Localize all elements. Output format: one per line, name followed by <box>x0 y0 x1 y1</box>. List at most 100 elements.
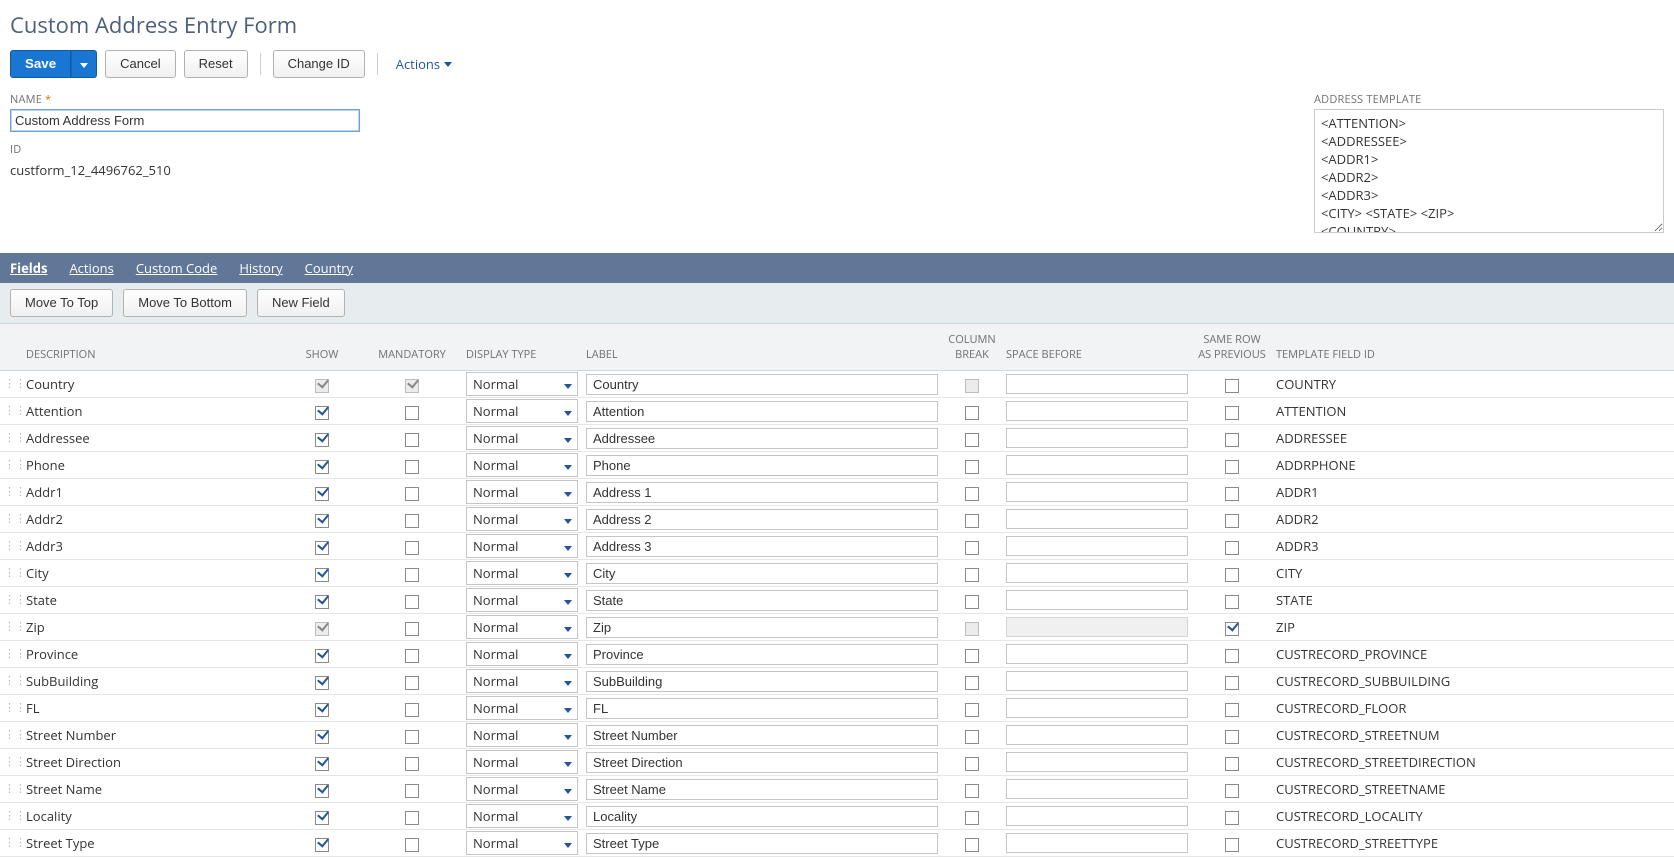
space-before-input[interactable] <box>1006 536 1188 556</box>
drag-handle-icon[interactable]: ⋮⋮ <box>4 569 18 577</box>
label-input[interactable] <box>586 671 938 692</box>
tab-actions[interactable]: Actions <box>69 259 113 277</box>
label-input[interactable] <box>586 374 938 395</box>
display-type-dropdown[interactable]: Normal <box>466 831 578 855</box>
show-checkbox[interactable] <box>315 757 329 771</box>
table-row[interactable]: ⋮⋮ZipNormalZIP <box>0 614 1674 641</box>
column-break-checkbox[interactable] <box>965 541 979 555</box>
show-checkbox[interactable] <box>315 406 329 420</box>
label-input[interactable] <box>586 617 938 638</box>
display-type-dropdown[interactable]: Normal <box>466 588 578 612</box>
show-checkbox[interactable] <box>315 595 329 609</box>
label-input[interactable] <box>586 644 938 665</box>
same-row-checkbox[interactable] <box>1225 757 1239 771</box>
label-input[interactable] <box>586 428 938 449</box>
display-type-dropdown[interactable]: Normal <box>466 399 578 423</box>
column-break-checkbox[interactable] <box>965 568 979 582</box>
display-type-dropdown[interactable]: Normal <box>466 804 578 828</box>
name-input[interactable] <box>10 109 360 132</box>
column-break-checkbox[interactable] <box>965 433 979 447</box>
column-break-checkbox[interactable] <box>965 838 979 852</box>
display-type-dropdown[interactable]: Normal <box>466 669 578 693</box>
mandatory-checkbox[interactable] <box>405 676 419 690</box>
table-row[interactable]: ⋮⋮AttentionNormalATTENTION <box>0 398 1674 425</box>
drag-handle-icon[interactable]: ⋮⋮ <box>4 623 18 631</box>
space-before-input[interactable] <box>1006 698 1188 718</box>
mandatory-checkbox[interactable] <box>405 568 419 582</box>
label-input[interactable] <box>586 752 938 773</box>
space-before-input[interactable] <box>1006 671 1188 691</box>
same-row-checkbox[interactable] <box>1225 703 1239 717</box>
display-type-dropdown[interactable]: Normal <box>466 480 578 504</box>
table-row[interactable]: ⋮⋮CityNormalCITY <box>0 560 1674 587</box>
drag-handle-icon[interactable]: ⋮⋮ <box>4 596 18 604</box>
table-row[interactable]: ⋮⋮Addr1NormalADDR1 <box>0 479 1674 506</box>
same-row-checkbox[interactable] <box>1225 649 1239 663</box>
display-type-dropdown[interactable]: Normal <box>466 696 578 720</box>
show-checkbox[interactable] <box>315 433 329 447</box>
show-checkbox[interactable] <box>315 730 329 744</box>
label-input[interactable] <box>586 833 938 854</box>
new-field-button[interactable]: New Field <box>257 289 345 317</box>
same-row-checkbox[interactable] <box>1225 838 1239 852</box>
reset-button[interactable]: Reset <box>184 50 248 78</box>
same-row-checkbox[interactable] <box>1225 460 1239 474</box>
label-input[interactable] <box>586 509 938 530</box>
tab-fields[interactable]: Fields <box>10 259 47 277</box>
space-before-input[interactable] <box>1006 401 1188 421</box>
same-row-checkbox[interactable] <box>1225 595 1239 609</box>
drag-handle-icon[interactable]: ⋮⋮ <box>4 812 18 820</box>
space-before-input[interactable] <box>1006 563 1188 583</box>
move-to-bottom-button[interactable]: Move To Bottom <box>123 289 247 317</box>
mandatory-checkbox[interactable] <box>405 838 419 852</box>
table-row[interactable]: ⋮⋮AddresseeNormalADDRESSEE <box>0 425 1674 452</box>
display-type-dropdown[interactable]: Normal <box>466 777 578 801</box>
label-input[interactable] <box>586 806 938 827</box>
drag-handle-icon[interactable]: ⋮⋮ <box>4 839 18 847</box>
drag-handle-icon[interactable]: ⋮⋮ <box>4 407 18 415</box>
actions-menu[interactable]: Actions <box>396 55 452 73</box>
display-type-dropdown[interactable]: Normal <box>466 642 578 666</box>
same-row-checkbox[interactable] <box>1225 406 1239 420</box>
mandatory-checkbox[interactable] <box>405 784 419 798</box>
show-checkbox[interactable] <box>315 676 329 690</box>
space-before-input[interactable] <box>1006 725 1188 745</box>
tab-country[interactable]: Country <box>305 259 353 277</box>
show-checkbox[interactable] <box>315 541 329 555</box>
mandatory-checkbox[interactable] <box>405 433 419 447</box>
same-row-checkbox[interactable] <box>1225 811 1239 825</box>
table-row[interactable]: ⋮⋮Street DirectionNormalCUSTRECORD_STREE… <box>0 749 1674 776</box>
table-row[interactable]: ⋮⋮FLNormalCUSTRECORD_FLOOR <box>0 695 1674 722</box>
drag-handle-icon[interactable]: ⋮⋮ <box>4 380 18 388</box>
show-checkbox[interactable] <box>315 703 329 717</box>
same-row-checkbox[interactable] <box>1225 379 1239 393</box>
table-row[interactable]: ⋮⋮ProvinceNormalCUSTRECORD_PROVINCE <box>0 641 1674 668</box>
drag-handle-icon[interactable]: ⋮⋮ <box>4 650 18 658</box>
mandatory-checkbox[interactable] <box>405 541 419 555</box>
label-input[interactable] <box>586 563 938 584</box>
label-input[interactable] <box>586 536 938 557</box>
space-before-input[interactable] <box>1006 482 1188 502</box>
column-break-checkbox[interactable] <box>965 811 979 825</box>
same-row-checkbox[interactable] <box>1225 730 1239 744</box>
display-type-dropdown[interactable]: Normal <box>466 750 578 774</box>
same-row-checkbox[interactable] <box>1225 433 1239 447</box>
drag-handle-icon[interactable]: ⋮⋮ <box>4 461 18 469</box>
cancel-button[interactable]: Cancel <box>105 50 175 78</box>
same-row-checkbox[interactable] <box>1225 568 1239 582</box>
label-input[interactable] <box>586 779 938 800</box>
space-before-input[interactable] <box>1006 590 1188 610</box>
table-row[interactable]: ⋮⋮Addr3NormalADDR3 <box>0 533 1674 560</box>
column-break-checkbox[interactable] <box>965 649 979 663</box>
show-checkbox[interactable] <box>315 838 329 852</box>
label-input[interactable] <box>586 401 938 422</box>
table-row[interactable]: ⋮⋮Street NameNormalCUSTRECORD_STREETNAME <box>0 776 1674 803</box>
column-break-checkbox[interactable] <box>965 406 979 420</box>
drag-handle-icon[interactable]: ⋮⋮ <box>4 758 18 766</box>
column-break-checkbox[interactable] <box>965 784 979 798</box>
space-before-input[interactable] <box>1006 374 1188 394</box>
drag-handle-icon[interactable]: ⋮⋮ <box>4 515 18 523</box>
column-break-checkbox[interactable] <box>965 676 979 690</box>
show-checkbox[interactable] <box>315 568 329 582</box>
space-before-input[interactable] <box>1006 428 1188 448</box>
